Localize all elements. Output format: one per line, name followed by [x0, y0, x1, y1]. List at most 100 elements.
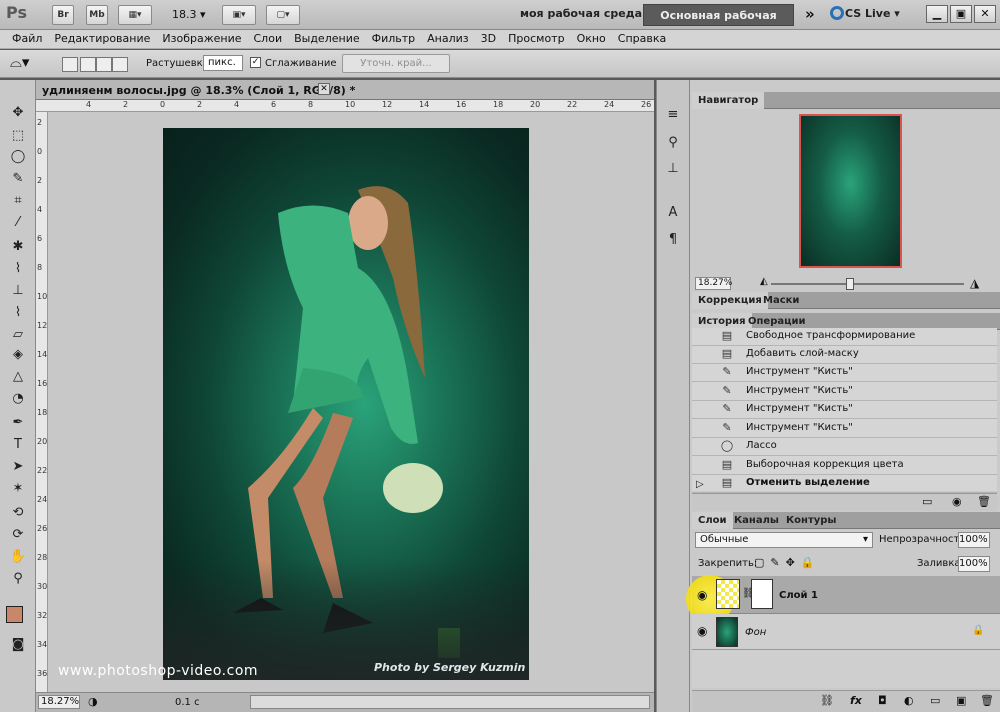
crop-tool-icon[interactable]: ⌗	[8, 192, 28, 210]
history-item[interactable]: ▤ Свободное трансформирование	[692, 327, 997, 346]
foreground-color-swatch[interactable]	[6, 606, 23, 623]
character-panel-icon[interactable]: A	[664, 204, 682, 222]
zoom-tool-icon[interactable]: ⚲	[8, 570, 28, 588]
new-group-icon[interactable]: ▭	[930, 694, 940, 707]
status-info-icon[interactable]: ◑	[88, 695, 98, 708]
quick-select-tool-icon[interactable]: ✎	[8, 170, 28, 188]
eyedropper-tool-icon[interactable]: ⁄	[8, 214, 28, 232]
menu-3d[interactable]: 3D	[475, 30, 502, 48]
link-layers-icon[interactable]: ⛓	[820, 694, 834, 707]
delete-state-icon[interactable]: 🗑	[977, 495, 991, 508]
zoom-level-field[interactable]: 18.3 ▾	[172, 8, 206, 21]
tool-presets-icon[interactable]: ⊥	[664, 160, 682, 178]
menu-file[interactable]: Файл	[6, 30, 48, 48]
history-checkbox[interactable]	[696, 329, 708, 342]
history-item[interactable]: ▤ Выборочная коррекция цвета	[692, 456, 997, 475]
zoom-in-icon[interactable]: ◮	[970, 276, 979, 290]
menu-filter[interactable]: Фильтр	[366, 30, 422, 48]
hand-tool-icon[interactable]: ✋	[8, 548, 28, 566]
document-close-icon[interactable]: ✕	[318, 83, 330, 95]
workspace-custom[interactable]: моя рабочая среда	[520, 7, 642, 20]
more-workspaces-icon[interactable]: »	[805, 5, 815, 23]
clone-source-icon[interactable]: ⚲	[664, 134, 682, 152]
history-checkbox[interactable]	[696, 365, 708, 378]
stamp-tool-icon[interactable]: ⊥	[8, 282, 28, 300]
cslive-button[interactable]: CS Live ▾	[845, 7, 900, 20]
layer-name[interactable]: Слой 1	[779, 590, 818, 601]
navigator-slider-handle[interactable]	[846, 278, 854, 290]
paragraph-panel-icon[interactable]: ¶	[664, 231, 682, 249]
bridge-button[interactable]: Br	[52, 5, 74, 25]
workspace-main[interactable]: Основная рабочая среда	[643, 4, 794, 44]
move-tool-icon[interactable]: ✥	[8, 104, 28, 122]
tab-navigator[interactable]: Навигатор	[692, 92, 765, 109]
layer-style-icon[interactable]: fx	[850, 694, 862, 707]
tab-masks[interactable]: Маски	[757, 292, 805, 309]
minibridge-button[interactable]: Mb	[86, 5, 108, 25]
menu-layers[interactable]: Слои	[248, 30, 289, 48]
healing-tool-icon[interactable]: ✱	[8, 238, 28, 256]
paint-bucket-tool-icon[interactable]: ◈	[8, 346, 28, 364]
history-checkbox[interactable]	[696, 421, 708, 434]
lasso-preset-icon[interactable]: ⌓▾	[10, 53, 29, 71]
tab-channels[interactable]: Каналы	[728, 512, 785, 529]
history-checkbox[interactable]	[696, 439, 708, 452]
new-selection-icon[interactable]	[62, 57, 78, 72]
refine-edge-button[interactable]: Уточн. край...	[342, 54, 450, 73]
add-selection-icon[interactable]	[80, 57, 96, 72]
menu-view[interactable]: Просмотр	[502, 30, 570, 48]
new-document-from-state-icon[interactable]: ▭	[922, 495, 932, 508]
menu-window[interactable]: Окно	[571, 30, 612, 48]
eye-icon[interactable]: ◉	[697, 624, 707, 638]
history-item[interactable]: ✎ Инструмент "Кисть"	[692, 419, 997, 438]
fill-field[interactable]: 100%	[958, 556, 990, 572]
minimize-button[interactable]: ▁	[926, 5, 948, 23]
opacity-field[interactable]: 100%	[958, 532, 990, 548]
menu-analysis[interactable]: Анализ	[421, 30, 475, 48]
menu-select[interactable]: Выделение	[288, 30, 366, 48]
screen-mode-button[interactable]: ▢▾	[266, 5, 300, 25]
subtract-selection-icon[interactable]	[96, 57, 112, 72]
arrange-documents-button[interactable]: ▣▾	[222, 5, 256, 25]
history-state-marker-icon[interactable]: ▷	[696, 476, 708, 490]
history-item[interactable]: ✎ Инструмент "Кисть"	[692, 400, 997, 419]
blend-mode-select[interactable]: Обычные ▾	[695, 532, 873, 548]
lasso-tool-icon[interactable]: ◯	[8, 148, 28, 166]
history-item[interactable]: ◯ Лассо	[692, 437, 997, 456]
zoom-out-icon[interactable]: ◭	[760, 276, 768, 287]
add-mask-icon[interactable]: ◘	[878, 694, 887, 707]
3d-rotate-tool-icon[interactable]: ⟲	[8, 504, 28, 522]
history-checkbox[interactable]	[696, 458, 708, 471]
close-button[interactable]: ✕	[974, 5, 996, 23]
delete-layer-icon[interactable]: 🗑	[980, 694, 994, 707]
new-layer-icon[interactable]: ▣	[956, 694, 966, 707]
horizontal-scrollbar[interactable]	[250, 695, 650, 709]
status-zoom-field[interactable]: 18.27%	[38, 695, 80, 709]
layer-name[interactable]: Фон	[745, 627, 766, 638]
eye-icon[interactable]: ◉	[697, 588, 707, 602]
pen-tool-icon[interactable]: ✒	[8, 414, 28, 432]
path-select-tool-icon[interactable]: ➤	[8, 458, 28, 476]
vertical-ruler[interactable]: 2 0 2 4 6 8 10 12 14 16 18 20 22 24 26 28 30 32 34 36	[36, 112, 48, 692]
layer-row[interactable]	[692, 614, 1000, 650]
history-item-current[interactable]: ▷ ▤ Отменить выделение	[692, 474, 997, 493]
new-snapshot-icon[interactable]: ◉	[952, 495, 962, 508]
horizontal-ruler[interactable]: 4 2 0 2 4 6 8 10 12 14 16 18 20 22 24 26	[36, 100, 654, 112]
menu-help[interactable]: Справка	[612, 30, 672, 48]
brush-presets-icon[interactable]: ≡	[664, 106, 682, 124]
menu-image[interactable]: Изображение	[156, 30, 247, 48]
shape-tool-icon[interactable]: ✶	[8, 480, 28, 498]
history-item[interactable]: ✎ Инструмент "Кисть"	[692, 382, 997, 401]
antialias-checkbox[interactable]: ✓	[250, 57, 261, 68]
blur-tool-icon[interactable]: △	[8, 368, 28, 386]
view-extras-button[interactable]: ▦▾	[118, 5, 152, 25]
adjustment-layer-icon[interactable]: ◐	[904, 694, 914, 707]
brush-tool-icon[interactable]: ⌇	[8, 260, 28, 278]
eraser-tool-icon[interactable]: ▱	[8, 326, 28, 344]
type-tool-icon[interactable]: T	[8, 436, 28, 454]
tab-layers[interactable]: Слои	[692, 512, 733, 529]
history-checkbox[interactable]	[696, 402, 708, 415]
tab-paths[interactable]: Контуры	[780, 512, 842, 529]
history-checkbox[interactable]	[696, 384, 708, 397]
feather-field[interactable]: пикс.	[203, 55, 243, 71]
